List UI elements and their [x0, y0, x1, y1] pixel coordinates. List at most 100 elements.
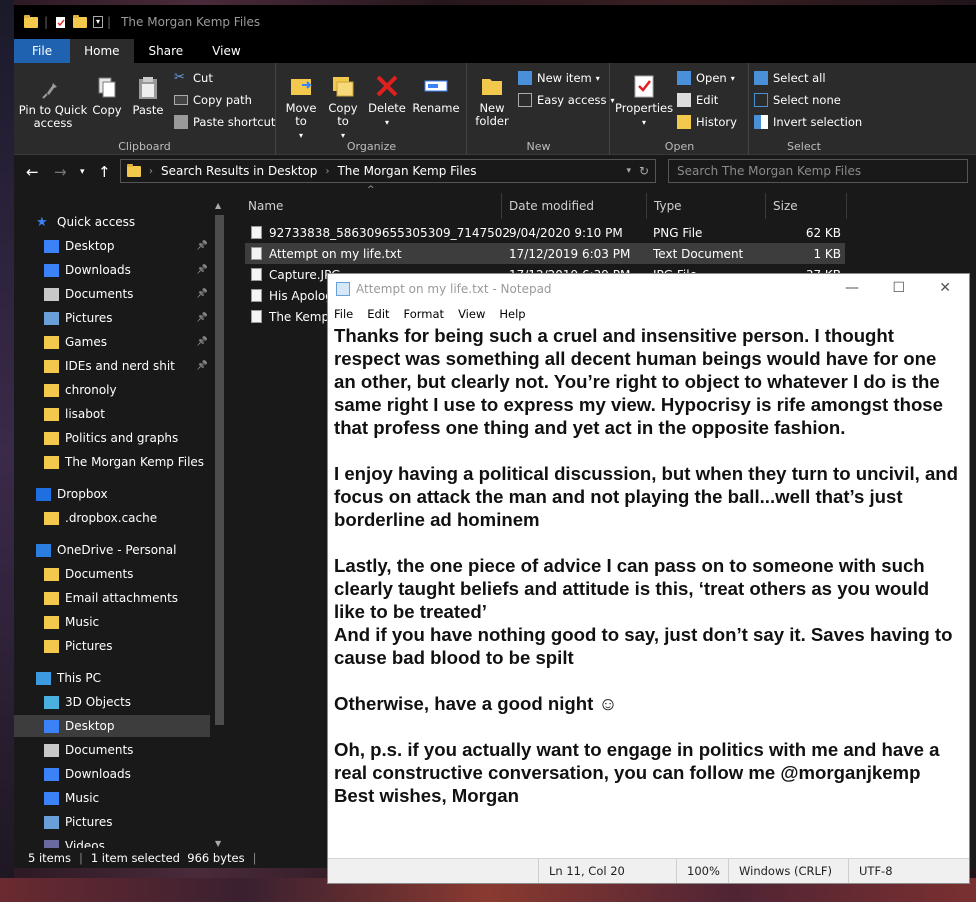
- open-button[interactable]: Open ▾: [677, 71, 735, 85]
- sidebar-item[interactable]: Pictures: [14, 811, 210, 833]
- sidebar-item[interactable]: ★ Quick access: [14, 211, 210, 233]
- column-header-size[interactable]: Size: [767, 193, 847, 219]
- sidebar-item[interactable]: IDEs and nerd shit 📌: [14, 355, 210, 377]
- address-dropdown-icon[interactable]: ▾: [626, 166, 631, 176]
- delete-icon: [376, 75, 398, 97]
- sidebar-item[interactable]: Desktop: [14, 715, 210, 737]
- explorer-titlebar: | ▾ | The Morgan Kemp Files: [14, 5, 976, 39]
- maximize-icon[interactable]: ☐: [892, 280, 905, 296]
- move-to-button[interactable]: Move to ▾: [281, 73, 321, 142]
- history-icon: [677, 115, 691, 129]
- menu-format[interactable]: Format: [404, 307, 445, 321]
- scroll-up-icon[interactable]: ▲: [215, 201, 221, 210]
- scroll-down-icon[interactable]: ▼: [215, 839, 221, 848]
- sidebar-item[interactable]: Politics and graphs: [14, 427, 210, 449]
- minimize-icon[interactable]: —: [845, 280, 859, 296]
- file-row[interactable]: 92733838_586309655305309_71475026348...9…: [245, 222, 845, 243]
- close-icon[interactable]: ✕: [939, 280, 951, 296]
- sidebar-item[interactable]: Desktop 📌: [14, 235, 210, 257]
- tab-share[interactable]: Share: [134, 39, 199, 63]
- sidebar-item[interactable]: Dropbox: [14, 483, 210, 505]
- properties-icon[interactable]: [54, 16, 67, 29]
- text-file-icon: [251, 289, 262, 302]
- sidebar-item[interactable]: The Morgan Kemp Files: [14, 451, 210, 473]
- scrollbar-thumb[interactable]: [215, 215, 224, 725]
- select-none-button[interactable]: Select none: [754, 93, 841, 107]
- sidebar-item[interactable]: OneDrive - Personal: [14, 539, 210, 561]
- select-all-icon: [754, 71, 768, 85]
- refresh-icon[interactable]: ↻: [639, 164, 649, 178]
- notepad-titlebar: Attempt on my life.txt - Notepad — ☐ ✕: [328, 274, 969, 304]
- menu-view[interactable]: View: [458, 307, 485, 321]
- download-icon: [44, 263, 59, 277]
- sidebar-item[interactable]: Games 📌: [14, 331, 210, 353]
- new-item-button[interactable]: New item ▾: [518, 71, 600, 85]
- sidebar-item[interactable]: Downloads 📌: [14, 259, 210, 281]
- scissors-icon: ✂: [174, 70, 185, 85]
- text-file-icon: [251, 268, 262, 281]
- sidebar-item[interactable]: 3D Objects: [14, 691, 210, 713]
- history-button[interactable]: History: [677, 115, 737, 129]
- sidebar-item[interactable]: lisabot: [14, 403, 210, 425]
- forward-icon[interactable]: →: [54, 163, 67, 181]
- select-all-button[interactable]: Select all: [754, 71, 826, 85]
- sidebar-item[interactable]: Documents: [14, 739, 210, 761]
- tab-view[interactable]: View: [198, 39, 254, 63]
- new-folder-icon[interactable]: [73, 14, 88, 28]
- edit-button[interactable]: Edit: [677, 93, 718, 107]
- sidebar-item[interactable]: Documents: [14, 563, 210, 585]
- address-field[interactable]: › Search Results in Desktop › The Morgan…: [120, 159, 656, 183]
- customize-qat-icon[interactable]: ▾: [93, 16, 104, 28]
- search-input[interactable]: Search The Morgan Kemp Files: [668, 159, 968, 183]
- copy-to-button[interactable]: Copy to ▾: [323, 73, 363, 142]
- nav-scrollbar[interactable]: ▲ ▼: [212, 201, 227, 848]
- rename-button[interactable]: Rename: [411, 73, 461, 115]
- sidebar-item[interactable]: Pictures 📌: [14, 307, 210, 329]
- back-icon[interactable]: ←: [26, 163, 39, 181]
- notepad-title: Attempt on my life.txt - Notepad: [356, 282, 552, 296]
- tab-file[interactable]: File: [14, 39, 71, 63]
- sidebar-item[interactable]: .dropbox.cache: [14, 507, 210, 529]
- delete-button[interactable]: Delete ▾: [367, 73, 407, 129]
- copy-button[interactable]: Copy: [88, 75, 126, 117]
- file-row[interactable]: Attempt on my life.txt 17/12/2019 6:03 PM…: [245, 243, 845, 264]
- easy-access-button[interactable]: Easy access ▾: [518, 93, 615, 107]
- column-header-date[interactable]: Date modified: [503, 193, 647, 219]
- sidebar-item[interactable]: Videos: [14, 835, 210, 848]
- sidebar-item[interactable]: Pictures: [14, 635, 210, 657]
- column-header-type[interactable]: Type: [648, 193, 766, 219]
- properties-button[interactable]: Properties ▾: [615, 73, 673, 129]
- folder-icon: [44, 591, 59, 605]
- tab-home[interactable]: Home: [70, 39, 134, 63]
- menu-file[interactable]: File: [334, 307, 353, 321]
- sidebar-item[interactable]: This PC: [14, 667, 210, 689]
- pin-icon: 📌: [196, 289, 208, 299]
- sidebar-item[interactable]: Music: [14, 611, 210, 633]
- notepad-text-area[interactable]: Thanks for being such a cruel and insens…: [334, 324, 962, 854]
- menu-edit[interactable]: Edit: [367, 307, 389, 321]
- sidebar-item[interactable]: chronoly: [14, 379, 210, 401]
- breadcrumb-current-folder[interactable]: The Morgan Kemp Files: [337, 164, 476, 178]
- sidebar-item[interactable]: Documents 📌: [14, 283, 210, 305]
- copy-path-icon: [174, 95, 188, 105]
- cube-icon: [44, 695, 59, 709]
- up-icon[interactable]: ↑: [98, 163, 111, 181]
- sidebar-item[interactable]: Downloads: [14, 763, 210, 785]
- new-folder-button[interactable]: New folder: [472, 73, 512, 128]
- invert-selection-button[interactable]: Invert selection: [754, 115, 862, 129]
- menu-help[interactable]: Help: [499, 307, 525, 321]
- copy-path-button[interactable]: Copy path: [174, 93, 252, 107]
- paste-shortcut-button[interactable]: Paste shortcut: [174, 115, 275, 129]
- recent-locations-icon[interactable]: ▾: [80, 167, 85, 177]
- sidebar-item[interactable]: Music: [14, 787, 210, 809]
- cut-button[interactable]: ✂ Cut: [174, 70, 213, 86]
- pin-icon: 📌: [196, 337, 208, 347]
- folder-icon: [44, 639, 59, 653]
- open-icon: [677, 71, 691, 85]
- breadcrumb-search-results[interactable]: Search Results in Desktop: [161, 164, 317, 178]
- folder-icon: [44, 407, 59, 421]
- column-header-name[interactable]: Name: [242, 193, 502, 219]
- sidebar-item[interactable]: Email attachments: [14, 587, 210, 609]
- paste-button[interactable]: Paste: [128, 75, 168, 117]
- pin-button[interactable]: Pin to Quick access: [18, 75, 88, 130]
